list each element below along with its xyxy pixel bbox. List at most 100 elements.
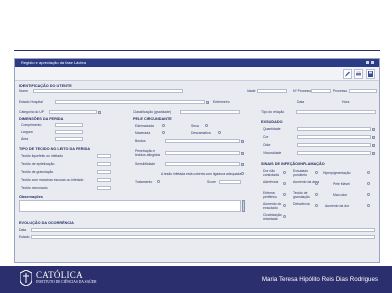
sinal-radio[interactable]	[367, 171, 370, 174]
tecido-item: Tecido com manchas escuras ou infetado	[21, 178, 84, 182]
viscosidade-dropdown-icon[interactable]	[372, 152, 375, 155]
bordos-field[interactable]	[165, 139, 240, 143]
largura-field[interactable]	[55, 130, 83, 134]
sinal-item: Aumento da dor	[325, 204, 350, 208]
tecido-field[interactable]	[97, 154, 111, 158]
window-title: Registo e apreciação da fase Láctea	[21, 60, 86, 65]
tratamento-radio[interactable]	[157, 180, 160, 183]
nome-label: Nome	[19, 89, 29, 93]
pele-option-label: Descamativa	[191, 131, 211, 135]
minimize-icon[interactable]	[366, 61, 369, 64]
comprimento-field[interactable]	[55, 123, 83, 127]
score-label: Score	[207, 180, 216, 184]
disk-icon	[368, 71, 373, 77]
tecido-field[interactable]	[97, 178, 111, 182]
observacoes-textarea[interactable]	[19, 200, 241, 212]
sinal-radio[interactable]	[367, 193, 370, 196]
sinal-radio[interactable]	[283, 182, 286, 185]
section-exsudado: EXSUDADO	[261, 120, 283, 124]
viscosidade-label: Viscosidade	[263, 151, 282, 155]
largura-label: Largura	[21, 130, 33, 134]
logo-subtitle: INSTITUTO DE CIÊNCIAS DA SAÚDE	[36, 280, 97, 284]
sinal-item: Exsudado purulento	[293, 169, 309, 177]
viscosidade-field[interactable]	[297, 151, 371, 155]
observacoes-scrollbar[interactable]	[242, 200, 245, 212]
sensibilidade-field[interactable]	[165, 162, 240, 166]
penetracao-dropdown-icon[interactable]	[241, 152, 244, 155]
tecido-item: Tecido de granulação	[21, 170, 54, 174]
logo-wordmark: CATÓLICA	[36, 270, 83, 280]
sinal-radio[interactable]	[315, 204, 318, 207]
sinal-radio[interactable]	[315, 182, 318, 185]
sinal-item: Mau odor	[333, 193, 348, 197]
pele-option-radio[interactable]	[205, 124, 208, 127]
tecido-field[interactable]	[97, 186, 111, 190]
tecido-field[interactable]	[97, 162, 111, 166]
quantidade-dropdown-icon[interactable]	[372, 128, 375, 131]
section-dimensoes: DIMENSÕES DA FERIDA	[19, 117, 64, 121]
sinal-radio[interactable]	[283, 193, 286, 196]
tecido-field[interactable]	[97, 170, 111, 174]
cor-field[interactable]	[297, 135, 371, 139]
processo-field[interactable]	[349, 89, 377, 93]
edit-button[interactable]	[343, 69, 352, 79]
sinal-radio[interactable]	[315, 171, 318, 174]
sinal-radio[interactable]	[315, 193, 318, 196]
catolica-logo-icon	[20, 270, 32, 286]
estado-hospital-field[interactable]	[55, 100, 205, 104]
classificacao-label: Classificação (gravidade)	[133, 110, 172, 114]
categoria-field[interactable]	[49, 110, 97, 114]
classificacao-field[interactable]	[180, 110, 240, 114]
slide-top-rule	[14, 50, 380, 51]
penetracao-field[interactable]	[165, 151, 240, 155]
pele-option-radio[interactable]	[162, 131, 165, 134]
printer-icon	[356, 71, 361, 76]
estado-hospital-dropdown-icon[interactable]	[206, 101, 209, 104]
tratamento-label: Tratamento	[135, 180, 153, 184]
section-evolucao: EVOLUÇÃO DA OCORRÊNCIA	[19, 221, 74, 225]
toolbar	[15, 67, 379, 81]
sinal-radio[interactable]	[367, 204, 370, 207]
save-button[interactable]	[366, 69, 375, 79]
score-field[interactable]	[219, 180, 241, 184]
sensibilidade-dropdown-icon[interactable]	[241, 163, 244, 166]
area-label: Área	[21, 137, 29, 141]
evolucao-data-field[interactable]	[31, 228, 375, 232]
idade-field[interactable]	[257, 89, 287, 93]
print-button[interactable]	[354, 69, 363, 79]
quantidade-field[interactable]	[297, 127, 371, 131]
sinal-radio[interactable]	[283, 171, 286, 174]
window-titlebar: Registo e apreciação da fase Láctea	[15, 59, 379, 67]
author-name: Maria Teresa Hipólito Reis Dias Rodrigue…	[261, 276, 378, 283]
odor-label: Odor	[263, 143, 271, 147]
section-tipo-tecido: TIPO DE TECIDO NO LEITO DA FERIDA	[19, 147, 91, 151]
odor-field[interactable]	[297, 143, 371, 147]
sinal-item: Aderência	[263, 180, 279, 184]
odor-dropdown-icon[interactable]	[372, 144, 375, 147]
tratamento-question-radio[interactable]	[241, 172, 244, 175]
categoria-label: Categoria do UP	[19, 110, 45, 114]
processo-no-field[interactable]	[311, 89, 331, 93]
categoria-dropdown-icon[interactable]	[98, 111, 101, 114]
sinal-radio[interactable]	[283, 215, 286, 218]
tipo-relacao-field[interactable]	[296, 110, 376, 114]
hora-label: Hora	[342, 100, 350, 104]
bordos-dropdown-icon[interactable]	[241, 140, 244, 143]
tipo-relacao-label: Tipo do relação	[261, 110, 285, 114]
pele-option-radio[interactable]	[218, 131, 221, 134]
sinal-radio[interactable]	[283, 204, 286, 207]
close-icon[interactable]	[371, 61, 374, 64]
pele-option-radio[interactable]	[162, 124, 165, 127]
processo-no-label: Nº Processo	[293, 89, 312, 93]
sinal-item: Aumento do exsudado	[263, 202, 282, 210]
sinal-radio[interactable]	[367, 182, 370, 185]
tecido-item: Tecido liquefeito ou infetado	[21, 154, 64, 158]
tecido-item: Tecido necrosado	[21, 186, 48, 190]
evolucao-estado-field[interactable]	[31, 235, 375, 239]
penetracao-label: Penetração e tecidos atingidos	[135, 149, 161, 157]
area-field[interactable]	[55, 137, 83, 141]
quantidade-label: Quantidade	[263, 127, 281, 131]
nome-field[interactable]	[33, 89, 183, 93]
processo-label: Processo	[333, 89, 348, 93]
cor-dropdown-icon[interactable]	[372, 136, 375, 139]
